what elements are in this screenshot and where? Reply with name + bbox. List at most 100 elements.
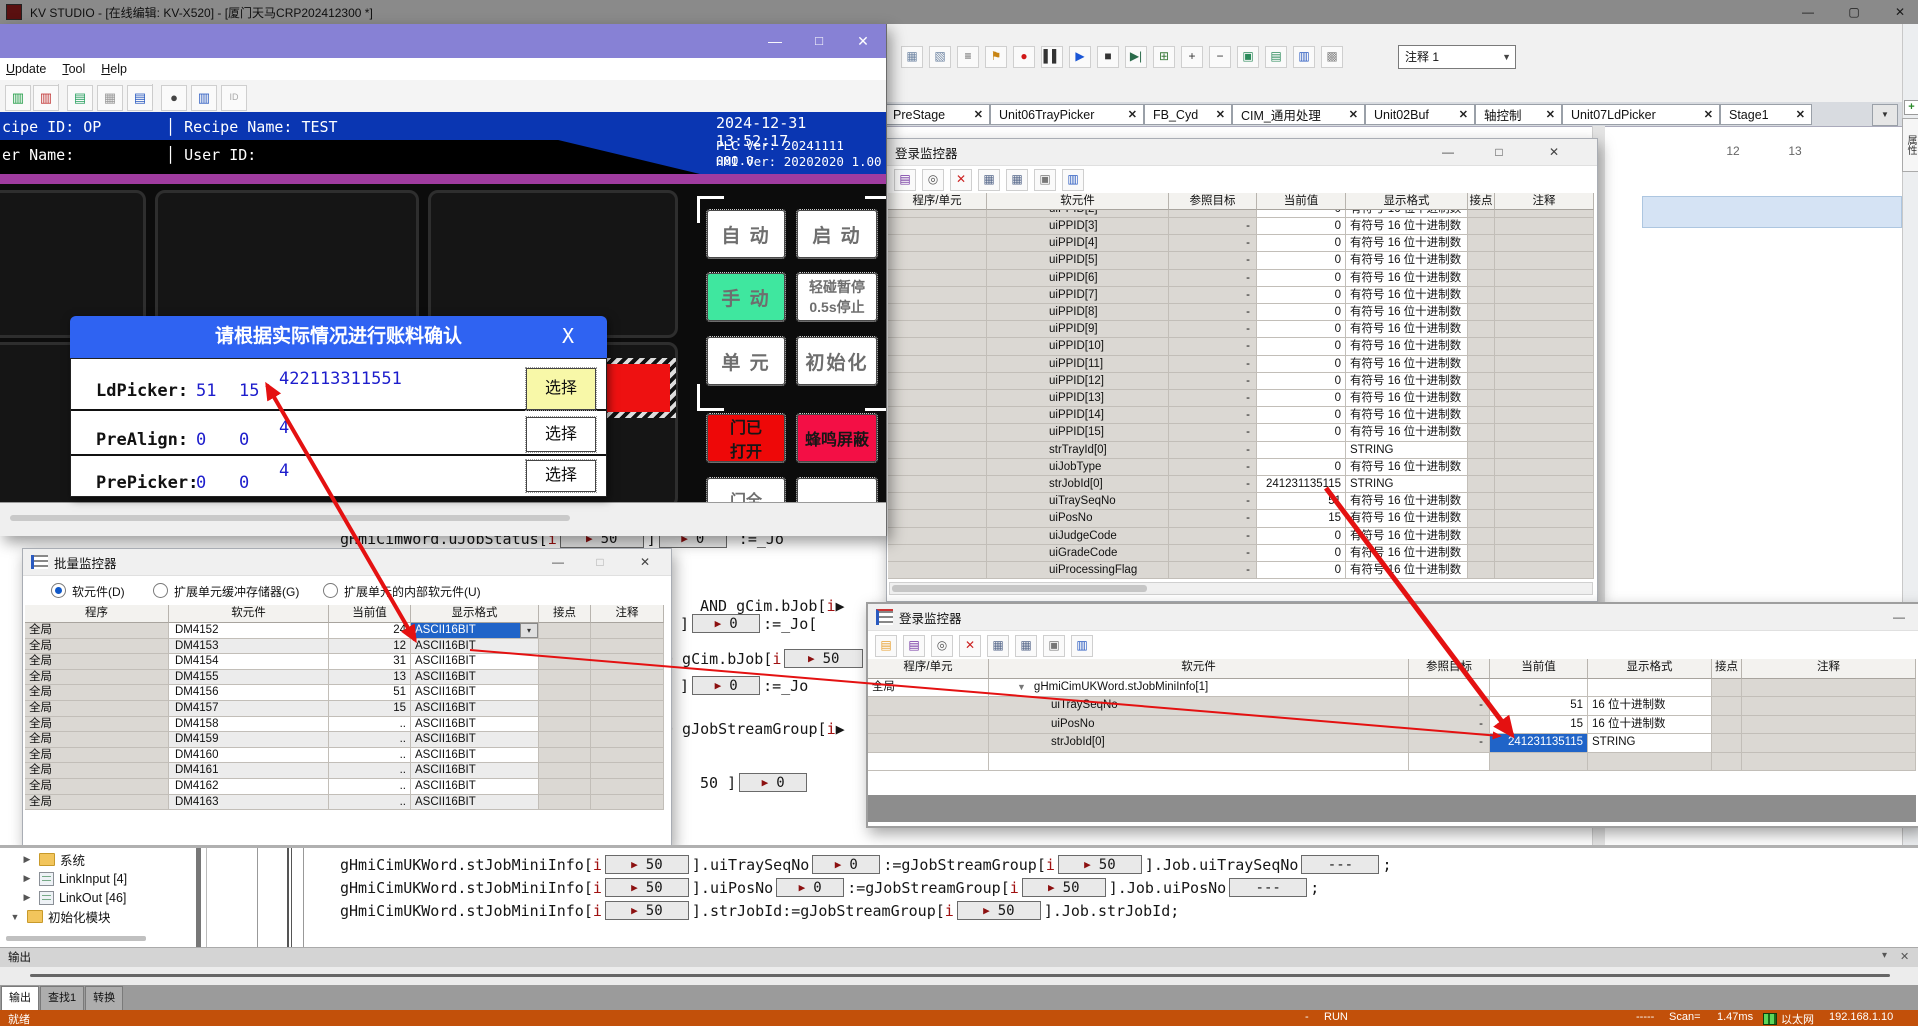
close-icon[interactable]: ✕ [1543, 142, 1565, 162]
table-row[interactable]: uiPosNo-1516 位十进制数 [868, 716, 1916, 734]
menu-tool[interactable]: Tool [62, 62, 85, 76]
close-icon[interactable]: ✕ [1900, 950, 1909, 963]
tab-Unit06TrayPicker[interactable]: Unit06TrayPicker✕ [990, 104, 1144, 125]
code-value-box[interactable]: ▶0 [692, 676, 760, 695]
output-tab-查找1[interactable]: 查找1 [40, 986, 84, 1010]
tree-expand-icon[interactable]: ▶ [20, 892, 34, 903]
code-value-box[interactable]: ▶0 [739, 773, 807, 792]
column-header-5[interactable]: 显示格式 [1588, 659, 1712, 679]
hmi-partial-button-2[interactable] [797, 478, 877, 502]
maximize-button[interactable]: □ [1488, 142, 1510, 162]
table-row[interactable]: uiPPID[11]-0有符号 16 位十进制数 [888, 356, 1594, 373]
st-code-line[interactable]: gHmiCimUKWord.stJobMiniInfo[i▶50].uiTray… [340, 855, 1900, 874]
save-icon[interactable]: ▤ [894, 169, 916, 191]
hmi-partial-button-1[interactable]: 门全 [707, 478, 785, 502]
table-row[interactable]: strTrayId[0]-STRING [888, 442, 1594, 459]
expand-icon[interactable]: ▼ [1017, 682, 1026, 692]
column-header-4[interactable]: 显示格式 [411, 605, 539, 623]
column-header-1[interactable]: 程序/单元 [868, 659, 989, 679]
code-value-box[interactable]: ▶50 [605, 878, 689, 897]
tree-expand-icon[interactable]: ▼ [8, 912, 22, 922]
tab-Stage1[interactable]: Stage1✕ [1720, 104, 1812, 125]
table-row[interactable]: 全局DM415224ASCII16BIT▾ [25, 623, 666, 639]
format-value[interactable]: ASCII16BIT [411, 748, 538, 763]
table-row[interactable]: uiGradeCode-0有符号 16 位十进制数 [888, 545, 1594, 562]
tree-scrollbar[interactable] [6, 936, 146, 941]
maximize-button[interactable]: □ [802, 29, 836, 53]
tab-close-icon[interactable]: ✕ [1343, 108, 1364, 121]
tab-close-icon[interactable]: ✕ [1540, 108, 1561, 121]
table-row[interactable]: uiPPID[8]-0有符号 16 位十进制数 [888, 304, 1594, 321]
find-icon[interactable]: ◎ [922, 169, 944, 191]
tab-轴控制[interactable]: 轴控制✕ [1475, 104, 1562, 125]
insert-row-icon[interactable]: ▦ [978, 169, 1000, 191]
table-row[interactable]: 全局DM415513ASCII16BIT [25, 670, 666, 686]
close-icon[interactable]: ✕ [846, 29, 880, 53]
delete-register-icon[interactable]: ✕ [950, 169, 972, 191]
table-row[interactable]: uiPPID[15]-0有符号 16 位十进制数 [888, 424, 1594, 441]
id-icon[interactable]: ID [221, 85, 247, 111]
table-blue-icon[interactable]: ▥ [1293, 46, 1315, 68]
code-value-box[interactable]: ▶0 [692, 614, 760, 633]
tree-expand-icon[interactable]: ▶ [20, 873, 34, 884]
pause-icon[interactable]: ▌▌ [1041, 46, 1063, 68]
panel-divider[interactable] [196, 848, 201, 947]
table-row[interactable]: 全局DM4160..ASCII16BIT [25, 748, 666, 764]
table-row[interactable]: 全局DM4158..ASCII16BIT [25, 717, 666, 733]
minimize-button[interactable]: — [1888, 607, 1910, 627]
hmi-button-6[interactable]: 初始化 [797, 337, 877, 385]
save-card-icon[interactable]: ▤ [127, 85, 153, 111]
menu-update[interactable]: Update [6, 62, 46, 76]
tab-CIM_通用处理[interactable]: CIM_通用处理✕ [1232, 104, 1365, 125]
format-value[interactable]: ASCII16BIT [411, 623, 520, 638]
table-row[interactable]: uiPPID[2]-0有符号 16 位十进制数 [888, 210, 1594, 218]
hmi-button-5[interactable]: 单 元 [707, 337, 785, 385]
menu-help[interactable]: Help [101, 62, 127, 76]
table-green-icon[interactable]: ▤ [1265, 46, 1287, 68]
pin-icon[interactable]: ▾ [1882, 950, 1887, 961]
column-header-4[interactable]: 当前值 [1490, 659, 1588, 679]
table-row[interactable]: 全局DM415651ASCII16BIT [25, 685, 666, 701]
add-table-icon[interactable]: ▦ [1006, 169, 1028, 191]
tree-item[interactable]: ▼初始化模块 [0, 907, 196, 926]
monitor-wrench-icon[interactable]: ▥ [191, 85, 217, 111]
st-code-line[interactable]: gHmiCimUKWord.stJobMiniInfo[i▶50].uiPosN… [340, 878, 1900, 897]
table-row[interactable]: 全局DM4163..ASCII16BIT [25, 795, 666, 811]
table-row[interactable]: uiPPID[14]-0有符号 16 位十进制数 [888, 407, 1594, 424]
format-value[interactable]: ASCII16BIT [411, 763, 538, 778]
hmi-button-2[interactable]: 启 动 [797, 210, 877, 258]
find-icon[interactable]: ◎ [931, 635, 953, 657]
code-value-box[interactable]: ▶50 [1022, 878, 1106, 897]
minimize-button[interactable]: — [1437, 142, 1459, 162]
format-value[interactable]: ASCII16BIT [411, 779, 538, 794]
monitor-icon[interactable]: ▥ [1071, 635, 1093, 657]
format-value[interactable]: ASCII16BIT [411, 701, 538, 716]
insert-row-icon[interactable]: ▦ [987, 635, 1009, 657]
format-value[interactable]: ASCII16BIT [411, 795, 538, 810]
table-row[interactable]: uiTraySeqNo-51有符号 16 位十进制数 [888, 493, 1594, 510]
column-header-6[interactable]: 注释 [591, 605, 664, 623]
table-row[interactable]: uiPPID[10]-0有符号 16 位十进制数 [888, 338, 1594, 355]
radio-1[interactable]: 软元件(D) [51, 583, 125, 600]
code-value-box[interactable]: ▶0 [776, 878, 844, 897]
radio-3[interactable]: 扩展单元的内部软元件(U) [323, 583, 481, 600]
window-icon[interactable]: ▩ [1321, 46, 1343, 68]
tab-PreStage[interactable]: PreStage✕ [884, 104, 990, 125]
format-value[interactable]: ASCII16BIT [411, 654, 538, 669]
window-titlebar[interactable]: 登录监控器 [868, 604, 1918, 631]
table-row[interactable]: 全局DM415431ASCII16BIT [25, 654, 666, 670]
hmi-alarm-button-1[interactable]: 门已 打开 [707, 414, 785, 462]
tab-close-icon[interactable]: ✕ [1122, 108, 1143, 121]
tree-item[interactable]: ▶LinkInput [4] [0, 869, 196, 888]
tab-close-icon[interactable]: ✕ [1698, 108, 1719, 121]
format-value[interactable]: ASCII16BIT [411, 685, 538, 700]
open-icon[interactable]: ▤ [875, 635, 897, 657]
dialog-close-button[interactable]: X [562, 324, 574, 348]
tab-Unit02Buf[interactable]: Unit02Buf✕ [1365, 104, 1475, 125]
column-header-4[interactable]: 当前值 [1257, 193, 1346, 210]
monitor-icon[interactable]: ▥ [1062, 169, 1084, 191]
close-icon[interactable]: ✕ [634, 552, 656, 572]
table-row[interactable]: uiPPID[13]-0有符号 16 位十进制数 [888, 390, 1594, 407]
table-row[interactable]: 全局DM4162..ASCII16BIT [25, 779, 666, 795]
tab-close-icon[interactable]: ✕ [1453, 108, 1474, 121]
